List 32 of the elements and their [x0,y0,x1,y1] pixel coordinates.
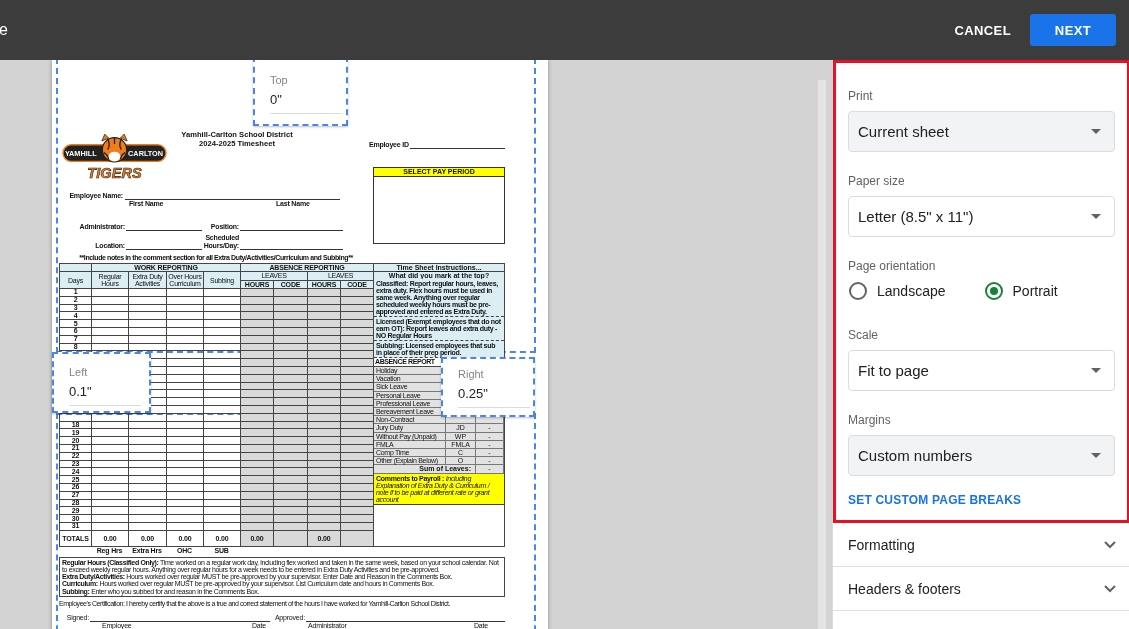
page-breaks-link[interactable]: SET CUSTOM PAGE BREAKS [848,493,1022,507]
section-header[interactable]: Formatting [833,523,1129,567]
dropdown[interactable]: Custom numbers [848,435,1115,476]
tiger-head-drawing [101,133,128,163]
dropdown[interactable]: Letter (8.5" x 11") [848,196,1115,237]
radio-option[interactable]: Landscape [848,282,946,300]
margin-input[interactable]: 0.1" [69,379,141,406]
field-label: Right [458,368,485,381]
logo-text: TIGERS [87,164,142,181]
caret-icon [1091,453,1101,458]
dropdown[interactable]: Fit to page [848,350,1115,391]
field-label: Top [270,74,289,87]
caret-icon [1091,214,1101,219]
field-label: Page orientation [848,258,937,274]
section-header[interactable]: Headers & footers [833,567,1129,611]
field-label: Print [848,88,874,104]
cancel-button[interactable]: CANCEL [946,13,1019,47]
field-label: Paper size [848,173,906,189]
field-label: Scale [848,327,880,343]
margin-field[interactable]: Top 0" [253,60,348,126]
field-label: Left [69,366,89,379]
caret-icon [1091,129,1101,134]
margin-input[interactable]: 0" [270,87,342,114]
radio-option[interactable]: Portrait [983,282,1058,300]
next-button[interactable]: NEXT [1030,14,1116,46]
field-label: Margins [848,412,892,428]
margin-field[interactable]: Right 0.25" [441,357,535,417]
margin-field[interactable]: Left 0.1" [52,352,151,413]
dropdown[interactable]: Current sheet [848,111,1115,152]
caret-icon [1091,368,1101,373]
margin-input[interactable]: 0.25" [458,381,530,408]
window-title: e [0,21,8,39]
